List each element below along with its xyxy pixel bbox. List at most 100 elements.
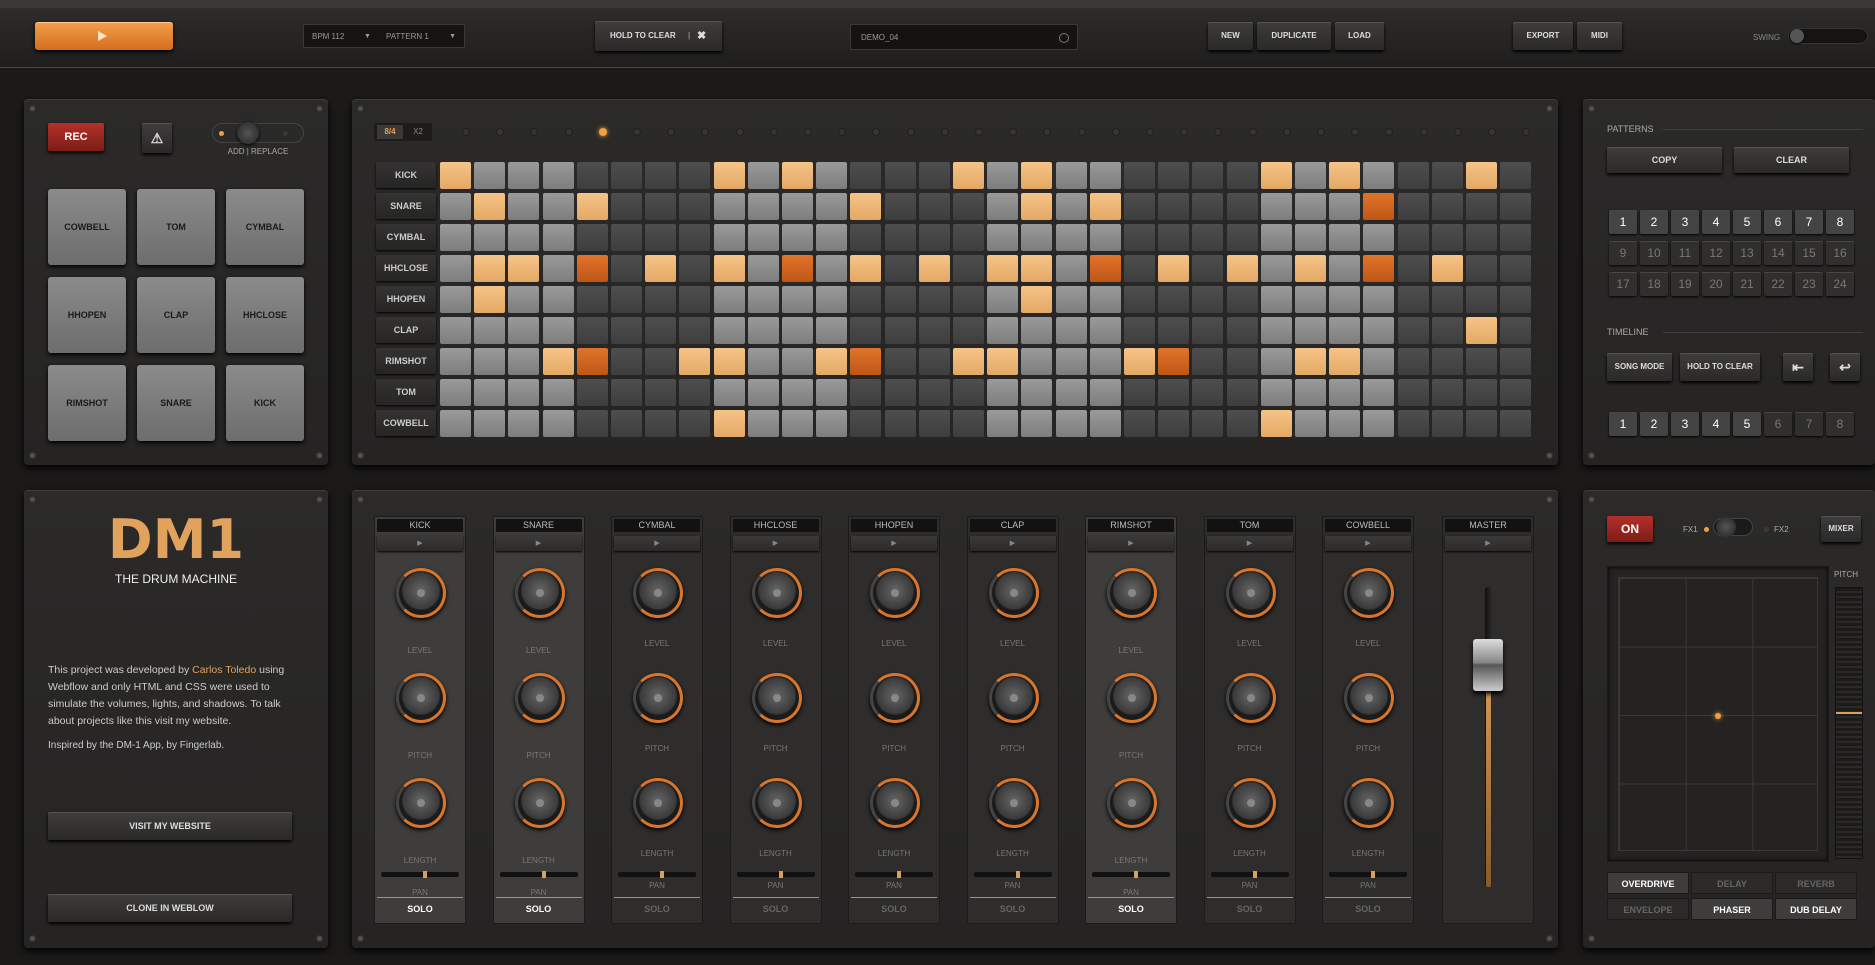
- step-cell[interactable]: [645, 317, 677, 344]
- step-cell[interactable]: [1021, 193, 1053, 220]
- step-cell[interactable]: [850, 410, 882, 437]
- step-cell[interactable]: [474, 255, 506, 282]
- step-cell[interactable]: [1124, 193, 1155, 220]
- step-cell[interactable]: [987, 379, 1019, 406]
- step-cell[interactable]: [1295, 317, 1326, 344]
- step-cell[interactable]: [1089, 348, 1121, 375]
- step-cell[interactable]: [576, 162, 608, 189]
- clone-webflow-button[interactable]: CLONE IN WEBLOW: [48, 894, 292, 922]
- pan-slider[interactable]: [855, 871, 933, 878]
- step-cell[interactable]: [645, 286, 677, 313]
- step-cell[interactable]: [1363, 255, 1395, 282]
- step-cell[interactable]: [1055, 286, 1087, 313]
- pattern-number[interactable]: 15: [1795, 241, 1823, 265]
- step-cell[interactable]: [1192, 410, 1224, 437]
- step-cell[interactable]: [850, 286, 882, 313]
- step-cell[interactable]: [1466, 286, 1497, 313]
- step-cell[interactable]: [474, 379, 506, 406]
- pattern-number[interactable]: 1: [1609, 210, 1637, 234]
- step-cell[interactable]: [1089, 224, 1121, 251]
- hold-to-clear-timeline-button[interactable]: HOLD TO CLEAR: [1680, 353, 1760, 381]
- step-cell[interactable]: [1226, 317, 1258, 344]
- step-cell[interactable]: [1192, 193, 1224, 220]
- step-cell[interactable]: [1192, 348, 1224, 375]
- level-knob[interactable]: [751, 568, 802, 618]
- step-cell[interactable]: [1329, 224, 1361, 251]
- load-button[interactable]: LOAD: [1335, 22, 1384, 50]
- pattern-number[interactable]: 6: [1764, 210, 1792, 234]
- pattern-number[interactable]: 20: [1702, 272, 1730, 296]
- step-cell[interactable]: [1055, 317, 1087, 344]
- step-cell[interactable]: [747, 379, 779, 406]
- step-cell[interactable]: [850, 193, 882, 220]
- step-cell[interactable]: [1466, 379, 1497, 406]
- solo-button[interactable]: SOLO: [969, 897, 1056, 919]
- fx-phaser-button[interactable]: PHASER: [1691, 898, 1773, 920]
- step-cell[interactable]: [1021, 348, 1053, 375]
- step-cell[interactable]: [953, 162, 984, 189]
- play-icon[interactable]: ▶: [495, 536, 582, 551]
- step-cell[interactable]: [1295, 193, 1326, 220]
- step-cell[interactable]: [1500, 193, 1532, 220]
- step-cell[interactable]: [611, 410, 642, 437]
- row-label[interactable]: RIMSHOT: [376, 348, 436, 374]
- step-cell[interactable]: [1158, 193, 1190, 220]
- author-link[interactable]: Carlos Toledo: [192, 664, 256, 676]
- step-cell[interactable]: [747, 193, 779, 220]
- step-cell[interactable]: [679, 162, 711, 189]
- step-cell[interactable]: [1295, 286, 1326, 313]
- length-knob[interactable]: [1225, 778, 1276, 828]
- step-cell[interactable]: [713, 255, 745, 282]
- step-cell[interactable]: [884, 162, 916, 189]
- step-cell[interactable]: [987, 348, 1019, 375]
- step-cell[interactable]: [1363, 379, 1395, 406]
- step-cell[interactable]: [816, 255, 848, 282]
- step-cell[interactable]: [1466, 224, 1497, 251]
- pattern-number[interactable]: 7: [1795, 210, 1823, 234]
- step-cell[interactable]: [1295, 255, 1326, 282]
- step-cell[interactable]: [884, 193, 916, 220]
- step-cell[interactable]: [884, 379, 916, 406]
- pan-slider[interactable]: [499, 871, 578, 878]
- step-cell[interactable]: [1124, 410, 1155, 437]
- step-cell[interactable]: [542, 193, 574, 220]
- step-cell[interactable]: [1329, 255, 1361, 282]
- play-button[interactable]: [35, 22, 173, 50]
- step-cell[interactable]: [1055, 379, 1087, 406]
- fx-reverb-button[interactable]: REVERB: [1775, 872, 1857, 894]
- step-cell[interactable]: [1295, 224, 1326, 251]
- pan-handle[interactable]: [1252, 871, 1257, 878]
- step-cell[interactable]: [1260, 162, 1292, 189]
- duplicate-button[interactable]: DUPLICATE: [1257, 22, 1331, 50]
- step-cell[interactable]: [474, 162, 506, 189]
- pattern-number[interactable]: 24: [1826, 272, 1854, 296]
- step-cell[interactable]: [850, 255, 882, 282]
- loop-icon[interactable]: ↩: [1830, 353, 1860, 381]
- step-cell[interactable]: [1500, 317, 1532, 344]
- step-cell[interactable]: [713, 379, 745, 406]
- pattern-number[interactable]: 5: [1733, 210, 1761, 234]
- pattern-number[interactable]: 3: [1671, 210, 1699, 234]
- step-cell[interactable]: [1089, 193, 1121, 220]
- pitch-knob[interactable]: [751, 673, 802, 723]
- step-cell[interactable]: [611, 255, 642, 282]
- step-cell[interactable]: [782, 379, 813, 406]
- step-cell[interactable]: [1397, 286, 1429, 313]
- add-replace-switch[interactable]: [212, 122, 304, 144]
- step-cell[interactable]: [1158, 379, 1190, 406]
- level-knob[interactable]: [988, 568, 1039, 618]
- pan-slider[interactable]: [736, 871, 815, 878]
- step-cell[interactable]: [1329, 379, 1361, 406]
- step-cell[interactable]: [542, 348, 574, 375]
- length-knob[interactable]: [514, 778, 565, 828]
- play-icon[interactable]: ▶: [614, 536, 700, 551]
- skip-start-icon[interactable]: ⇤: [1783, 353, 1813, 381]
- step-cell[interactable]: [1500, 379, 1532, 406]
- step-cell[interactable]: [645, 379, 677, 406]
- step-cell[interactable]: [1089, 255, 1121, 282]
- fx-on-button[interactable]: ON: [1607, 516, 1653, 542]
- pitch-knob[interactable]: [988, 673, 1039, 723]
- row-label[interactable]: COWBELL: [376, 410, 436, 436]
- pitch-knob[interactable]: [1344, 673, 1394, 723]
- export-button[interactable]: EXPORT: [1513, 22, 1573, 50]
